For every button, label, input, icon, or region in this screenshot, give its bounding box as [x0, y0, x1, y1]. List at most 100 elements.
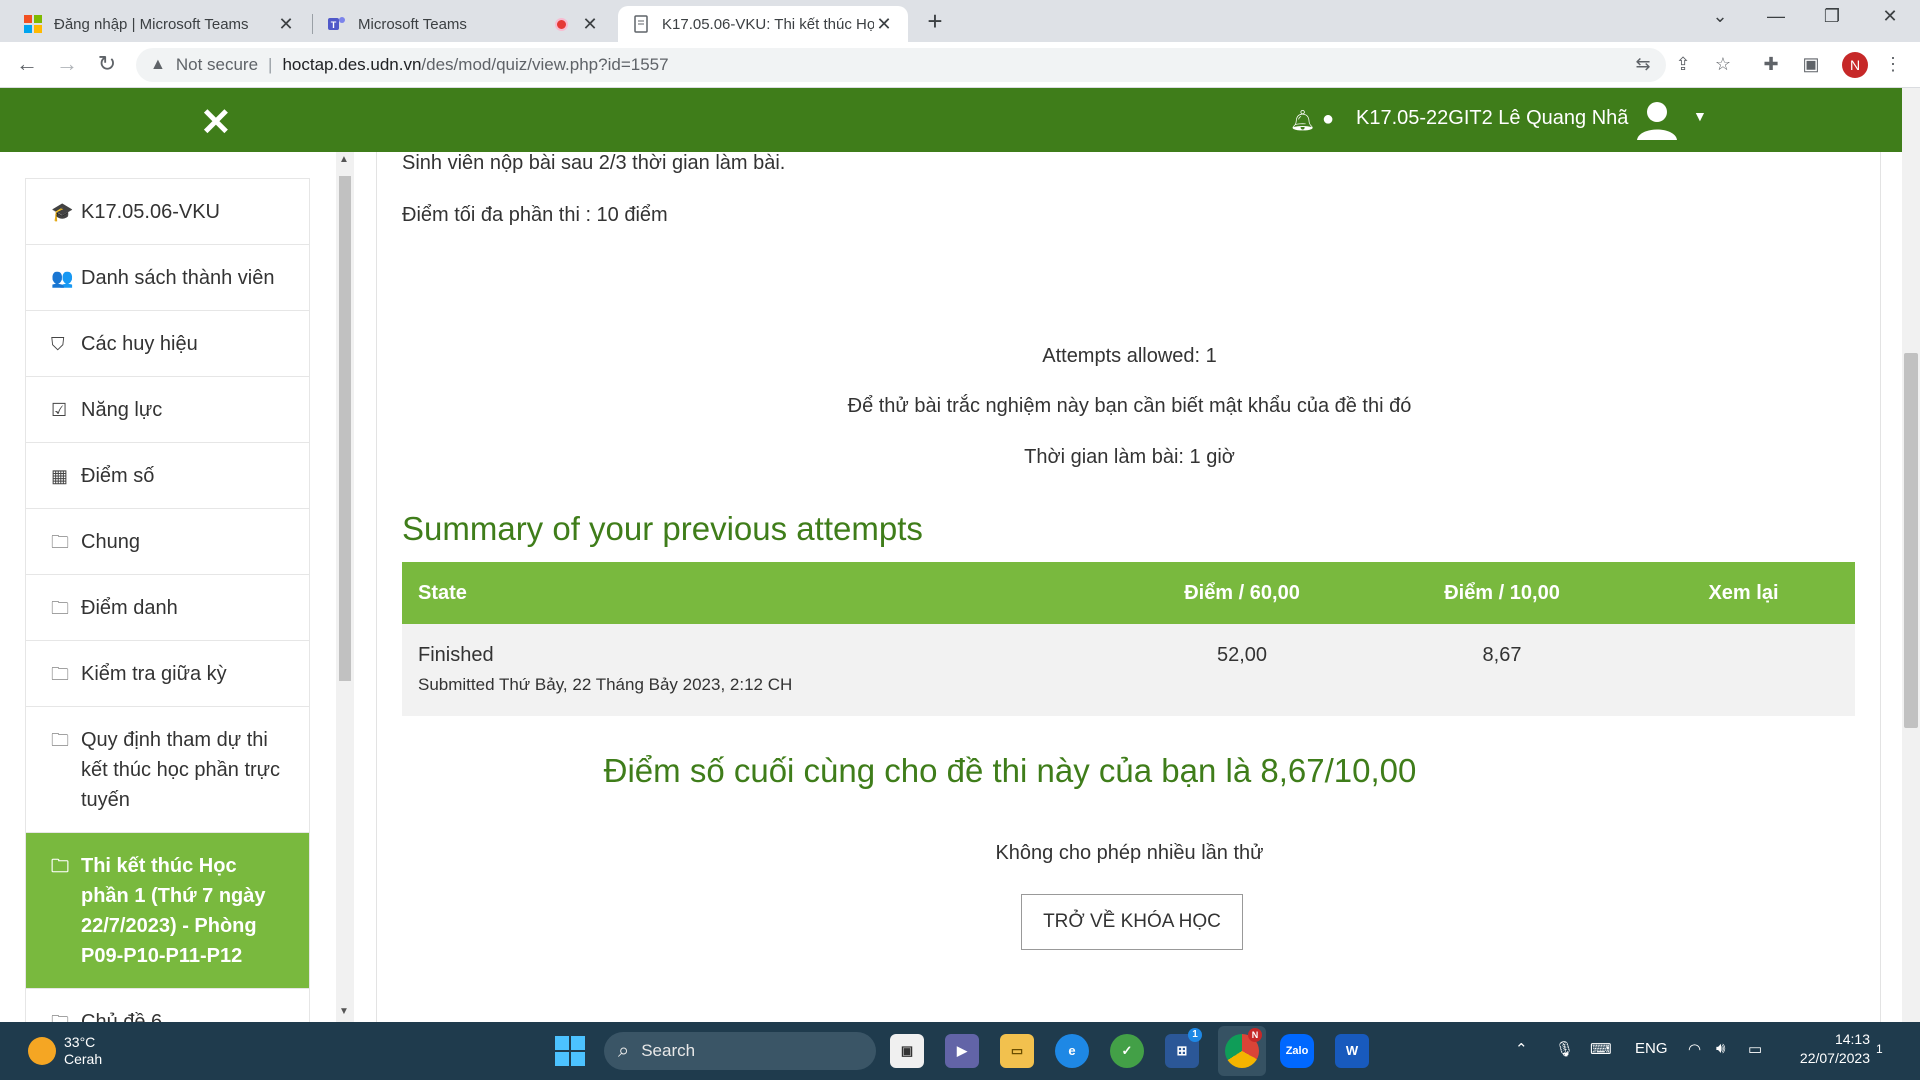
weather-temperature: 33°C [64, 1034, 96, 1050]
weather-widget[interactable]: 33°C Cerah [28, 1034, 102, 1068]
scroll-up-arrow-icon[interactable]: ▲ [339, 154, 349, 165]
profile-avatar[interactable]: N [1842, 52, 1868, 78]
sidebar-item-course[interactable]: 🎓 K17.05.06-VKU [25, 178, 310, 245]
page-scrollbar[interactable] [1902, 88, 1920, 1022]
tab-title: Đăng nhập | Microsoft Teams [54, 15, 249, 33]
sidebar-item-label: Điểm danh [81, 597, 178, 619]
microphone-icon[interactable]: 🎙︎ [1555, 1040, 1574, 1058]
microsoft-logo-icon [24, 15, 42, 33]
teams-chat-icon[interactable]: ▶ [945, 1034, 979, 1068]
reload-icon[interactable]: ↻ [92, 51, 122, 77]
sidebar-item-midterm[interactable]: 🗀 Kiểm tra giữa kỳ [25, 641, 310, 707]
course-nav-sidebar: 🎓 K17.05.06-VKU 👥 Danh sách thành viên ⛉… [25, 178, 310, 1055]
url-field[interactable]: ▲ Not secure | hoctap.des.udn.vn /des/mo… [136, 48, 1666, 82]
chat-bubble-icon[interactable]: ● [1322, 108, 1334, 131]
user-avatar-icon[interactable] [1634, 96, 1680, 142]
column-header-state: State [402, 562, 1112, 624]
tab-title: Microsoft Teams [358, 15, 467, 33]
battery-icon[interactable]: ▭ [1748, 1040, 1762, 1058]
keyboard-icon[interactable]: ⌨ [1590, 1040, 1612, 1058]
tab-close-icon[interactable]: ✕ [874, 14, 894, 35]
sidebar-item-final-exam[interactable]: 🗀 Thi kết thúc Học phần 1 (Thứ 7 ngày 22… [25, 833, 310, 989]
column-header-marks: Điểm / 60,00 [1112, 562, 1372, 624]
summary-heading: Summary of your previous attempts [402, 510, 923, 547]
sidebar-item-exam-rules[interactable]: 🗀 Quy định tham dự thi kết thúc học phần… [25, 707, 310, 833]
weather-sun-icon [28, 1037, 56, 1065]
scroll-down-arrow-icon[interactable]: ▼ [339, 1006, 349, 1017]
folder-icon: 🗀 [51, 598, 69, 618]
column-header-grade: Điểm / 10,00 [1372, 562, 1632, 624]
system-clock[interactable]: 14:13 22/07/2023 [1790, 1030, 1870, 1068]
back-to-course-button[interactable]: TRỞ VỀ KHÓA HỌC [1021, 894, 1243, 950]
sidebar-top-spacer [25, 152, 310, 178]
sidebar-item-label: Điểm số [81, 465, 155, 487]
task-view-icon[interactable]: ▣ [890, 1034, 924, 1068]
sidebar-scrollbar[interactable]: ▲ ▼ [336, 152, 354, 1022]
sidebar-item-attendance[interactable]: 🗀 Điểm danh [25, 575, 310, 641]
tab-quiz[interactable]: K17.05.06-VKU: Thi kết thúc Học ✕ [618, 6, 908, 42]
zalo-icon[interactable]: Zalo [1280, 1034, 1314, 1068]
page-scroll-thumb[interactable] [1904, 353, 1918, 728]
weather-description: Cerah [64, 1051, 103, 1067]
tab-close-icon[interactable]: ✕ [276, 14, 296, 35]
user-menu-caret-icon[interactable]: ▼ [1693, 108, 1707, 124]
sidebar-item-participants[interactable]: 👥 Danh sách thành viên [25, 245, 310, 311]
tab-search-chevron-icon[interactable]: ⌄ [1700, 6, 1740, 27]
sidebar-item-label: K17.05.06-VKU [81, 201, 220, 223]
browser-menu-icon[interactable]: ⋮ [1880, 54, 1906, 75]
sidebar-item-label: Quy định tham dự thi kết thúc học phần t… [81, 729, 281, 811]
close-drawer-icon[interactable]: ✕ [200, 100, 232, 145]
bell-icon[interactable]: 🔔︎ [1290, 108, 1315, 133]
sidebar-item-label: Thi kết thúc Học phần 1 (Thứ 7 ngày 22/7… [81, 855, 266, 967]
extensions-puzzle-icon[interactable]: ✚ [1758, 54, 1784, 75]
folder-icon: 🗀 [51, 664, 69, 684]
file-explorer-icon[interactable]: ▭ [1000, 1034, 1034, 1068]
attempts-table: State Điểm / 60,00 Điểm / 10,00 Xem lại … [402, 562, 1855, 716]
wifi-icon[interactable]: ◠ [1688, 1040, 1701, 1058]
attempts-allowed: Attempts allowed: 1 [1042, 345, 1217, 367]
attempt-state: Finished [418, 644, 494, 666]
sidebar-item-competencies[interactable]: ☑ Năng lực [25, 377, 310, 443]
url-host: hoctap.des.udn.vn [282, 55, 422, 74]
back-arrow-icon[interactable]: ← [12, 51, 42, 77]
attempt-marks: 52,00 [1112, 624, 1372, 716]
user-name[interactable]: K17.05-22GIT2 Lê Quang Nhã [1356, 107, 1628, 130]
tray-overflow-chevron-icon[interactable]: ⌃ [1515, 1040, 1528, 1058]
attempt-review[interactable] [1632, 624, 1855, 716]
windows-start-icon[interactable] [555, 1036, 585, 1066]
tab-close-icon[interactable]: ✕ [580, 14, 600, 35]
restore-icon[interactable]: ❐ [1812, 6, 1852, 27]
forward-arrow-icon[interactable]: → [52, 51, 82, 77]
tab-teams-login[interactable]: Đăng nhập | Microsoft Teams ✕ [10, 6, 310, 42]
word-icon[interactable]: W [1335, 1034, 1369, 1068]
edge-browser-icon[interactable]: e [1055, 1034, 1089, 1068]
sidebar-scroll-thumb[interactable] [339, 176, 351, 681]
checkbox-icon: ☑ [51, 400, 68, 420]
table-row: Finished Submitted Thứ Bảy, 22 Tháng Bảy… [402, 624, 1855, 716]
tab-teams[interactable]: T Microsoft Teams ✕ [314, 6, 614, 42]
chrome-profile-badge: N [1248, 1028, 1262, 1042]
sidebar-item-badges[interactable]: ⛉ Các huy hiệu [25, 311, 310, 377]
share-icon[interactable]: ⇪ [1670, 54, 1696, 75]
sidebar-item-general[interactable]: 🗀 Chung [25, 509, 310, 575]
notification-count[interactable]: 1 [1876, 1042, 1883, 1056]
attempt-grade: 8,67 [1372, 624, 1632, 716]
folder-icon: 🗀 [51, 856, 69, 876]
sidebar-item-label: Năng lực [81, 399, 163, 421]
minimize-icon[interactable]: — [1756, 6, 1796, 27]
shield-icon: ⛉ [51, 334, 65, 354]
taskbar-search[interactable]: ⌕ Search [604, 1032, 876, 1070]
coc-coc-icon[interactable]: ✓ [1110, 1034, 1144, 1068]
new-tab-icon[interactable]: + [920, 6, 950, 37]
window-close-icon[interactable]: ✕ [1870, 6, 1910, 27]
volume-icon[interactable]: 🔊︎ [1716, 1040, 1725, 1057]
table-header-row: State Điểm / 60,00 Điểm / 10,00 Xem lại [402, 562, 1855, 624]
sidebar-item-grades[interactable]: ▦ Điểm số [25, 443, 310, 509]
table-icon: ▦ [51, 466, 69, 486]
translate-icon[interactable]: ⇆ [1630, 54, 1656, 75]
windows-taskbar: 33°C Cerah ⌕ Search ▣ ▶ ▭ e ✓ ⊞ 1 N Zalo… [0, 1022, 1920, 1080]
not-secure-label: Not secure [175, 55, 259, 74]
bookmark-star-icon[interactable]: ☆ [1710, 54, 1736, 75]
language-indicator[interactable]: ENG [1635, 1040, 1668, 1057]
side-panel-icon[interactable]: ▣ [1798, 54, 1824, 75]
